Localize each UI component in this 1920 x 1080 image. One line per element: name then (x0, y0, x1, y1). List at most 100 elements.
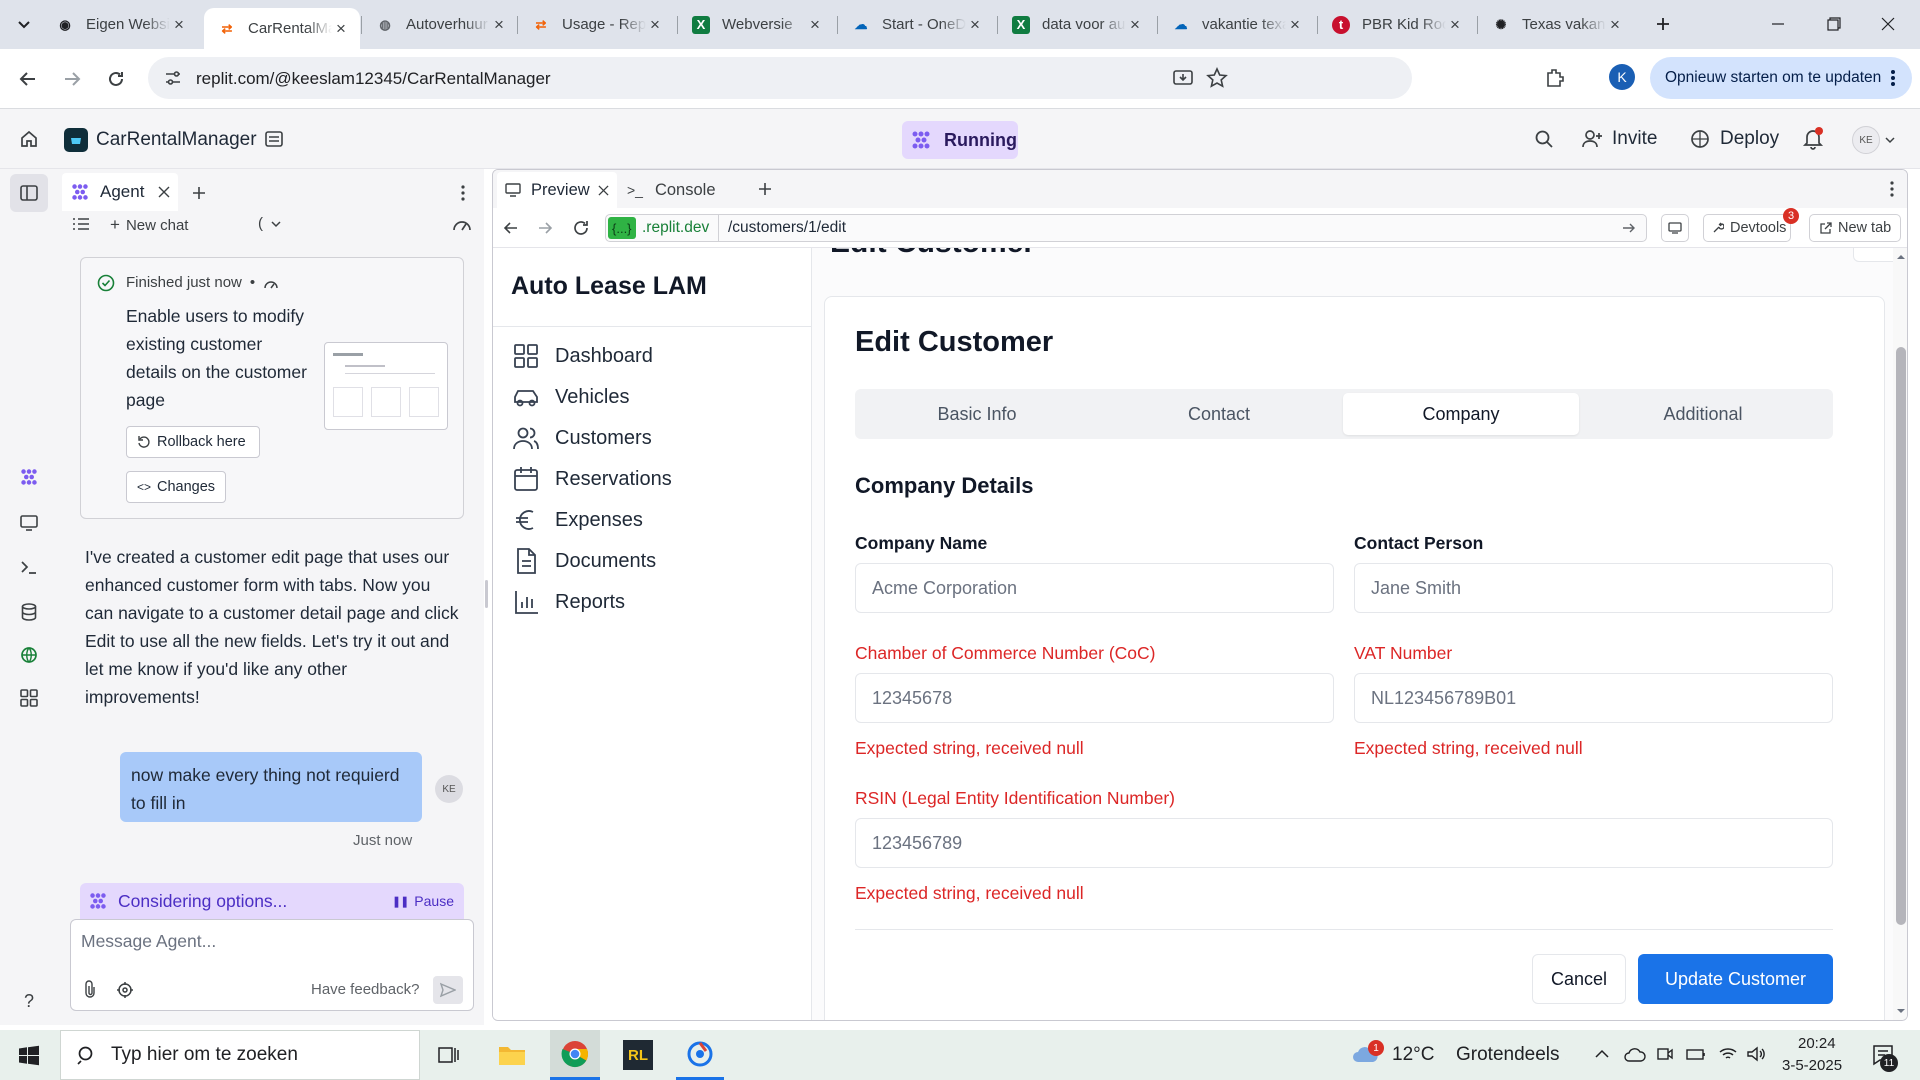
close-icon[interactable]: × (490, 15, 508, 35)
close-icon[interactable]: × (332, 19, 350, 39)
paperclip-icon[interactable] (83, 980, 97, 998)
tab-preview[interactable]: Preview (497, 172, 617, 208)
pause-button[interactable]: ❚❚ Pause (392, 893, 454, 909)
run-status-button[interactable]: Running (902, 121, 1018, 159)
minimize-button[interactable] (1754, 0, 1802, 48)
rail-tools-button[interactable] (17, 686, 41, 710)
update-customer-button[interactable]: Update Customer (1638, 954, 1833, 1004)
taskbar-search[interactable]: Typ hier om te zoeken (60, 1030, 420, 1080)
close-icon[interactable]: × (1126, 15, 1144, 35)
close-window-button[interactable] (1864, 0, 1912, 48)
feedback-link[interactable]: Have feedback? (311, 981, 419, 998)
tab-basic-info[interactable]: Basic Info (859, 393, 1095, 435)
rail-toggle-button[interactable] (10, 174, 48, 212)
arrow-right-icon[interactable] (537, 220, 553, 236)
help-icon[interactable]: ? (17, 989, 41, 1013)
new-tab-button[interactable] (1645, 6, 1681, 42)
deploy-button[interactable]: Deploy (1690, 125, 1779, 153)
scrollbar[interactable] (1893, 248, 1907, 1020)
sidebar-item-vehicles[interactable]: Vehicles (513, 384, 630, 410)
sidebar-item-customers[interactable]: Customers (513, 425, 652, 451)
rsin-input[interactable]: 123456789 (855, 818, 1833, 868)
arrow-left-icon[interactable] (503, 220, 519, 236)
more-vert-icon[interactable] (1889, 181, 1895, 197)
home-icon[interactable] (19, 129, 39, 149)
battery-icon[interactable] (1686, 1045, 1706, 1063)
scroll-up-icon[interactable] (1896, 253, 1906, 260)
devtools-button[interactable]: Devtools (1703, 214, 1791, 242)
coc-input[interactable]: 12345678 (855, 673, 1334, 723)
sidebar-item-expenses[interactable]: Expenses (513, 507, 643, 533)
browser-tab[interactable]: ◍ Autoverhuur × (362, 8, 518, 41)
meet-icon[interactable] (1656, 1045, 1674, 1063)
close-icon[interactable]: × (806, 15, 824, 35)
rail-database-button[interactable] (17, 600, 41, 624)
cancel-button[interactable]: Cancel (1532, 954, 1626, 1004)
browser-tab[interactable]: Xdata voor auto× (998, 8, 1154, 41)
new-chat-button[interactable]: + New chat (110, 215, 188, 235)
restart-update-button[interactable]: Opnieuw starten om te updaten (1650, 57, 1912, 99)
company-name-input[interactable]: Acme Corporation (855, 563, 1334, 613)
browser-tab[interactable]: ◉ Eigen Website× (42, 8, 198, 41)
contact-person-input[interactable]: Jane Smith (1354, 563, 1833, 613)
tab-additional[interactable]: Additional (1585, 393, 1821, 435)
profile-avatar[interactable]: K (1609, 64, 1635, 90)
close-icon[interactable] (598, 184, 609, 196)
vat-input[interactable]: NL123456789B01 (1354, 673, 1833, 723)
chevron-up-icon[interactable] (1595, 1049, 1609, 1059)
close-icon[interactable]: × (966, 15, 984, 35)
device-toggle-button[interactable] (1661, 214, 1689, 242)
panel-resize-handle[interactable] (485, 580, 488, 608)
tab-console[interactable]: >_ Console (617, 172, 741, 208)
spotlight-icon[interactable] (264, 129, 284, 149)
search-icon[interactable] (1534, 129, 1554, 149)
rail-deployments-button[interactable] (17, 643, 41, 667)
scrollbar-thumb[interactable] (1896, 347, 1906, 925)
close-icon[interactable] (158, 186, 170, 198)
plus-icon[interactable] (192, 186, 206, 200)
extensions-icon[interactable] (1544, 67, 1566, 89)
tab-search-button[interactable] (6, 6, 42, 42)
history-list-icon[interactable] (72, 217, 90, 231)
close-icon[interactable]: × (1446, 15, 1464, 35)
gauge-icon[interactable] (452, 215, 472, 233)
rail-agent-button[interactable] (17, 465, 41, 489)
preview-url-input[interactable]: {...} .replit.dev /customers/1/edit (605, 214, 1647, 242)
sidebar-item-reservations[interactable]: Reservations (513, 466, 672, 492)
clock-date[interactable]: 3-5-2025 (1782, 1057, 1842, 1074)
project-name[interactable]: CarRentalManager (96, 129, 257, 151)
taskbar-app-rl[interactable]: RL (614, 1030, 662, 1080)
address-bar[interactable]: replit.com/@keeslam12345/CarRentalManage… (148, 57, 1412, 99)
invite-button[interactable]: Invite (1582, 125, 1657, 153)
windows-start-icon[interactable] (18, 1045, 40, 1067)
forward-button[interactable] (54, 61, 90, 97)
wifi-icon[interactable] (1718, 1045, 1738, 1063)
taskbar-chrome[interactable] (550, 1030, 600, 1080)
install-app-icon[interactable] (1172, 67, 1194, 89)
message-input[interactable]: Message Agent... Have feedback? (70, 919, 474, 1011)
rail-preview-button[interactable] (17, 511, 41, 535)
target-icon[interactable] (116, 981, 134, 999)
browser-tab[interactable]: ☁ Start - OneDrive× (838, 8, 994, 41)
open-new-tab-button[interactable]: New tab (1809, 214, 1901, 242)
tab-contact[interactable]: Contact (1101, 393, 1337, 435)
bookmark-star-icon[interactable] (1206, 67, 1228, 89)
taskbar-app-cortana[interactable] (676, 1030, 724, 1080)
close-icon[interactable]: × (646, 15, 664, 35)
browser-tab[interactable]: ✺ Texas vakantie× (1478, 8, 1634, 41)
close-icon[interactable]: × (1606, 15, 1624, 35)
changes-button[interactable]: <> Changes (126, 471, 226, 503)
go-arrow-icon[interactable] (1622, 222, 1636, 234)
rail-console-button[interactable] (17, 555, 41, 579)
reload-icon[interactable] (572, 219, 590, 237)
close-icon[interactable]: × (1286, 15, 1304, 35)
onedrive-icon[interactable] (1624, 1045, 1646, 1063)
sidebar-item-dashboard[interactable]: Dashboard (513, 343, 653, 369)
site-settings-icon[interactable] (164, 69, 182, 87)
rollback-button[interactable]: Rollback here (126, 426, 260, 458)
sidebar-item-documents[interactable]: Documents (513, 548, 656, 574)
plus-icon[interactable] (758, 182, 772, 196)
restore-button[interactable] (1810, 0, 1858, 48)
taskbar-file-explorer[interactable] (488, 1030, 536, 1080)
browser-tab[interactable]: ☁ vakantie texas× (1158, 8, 1314, 41)
